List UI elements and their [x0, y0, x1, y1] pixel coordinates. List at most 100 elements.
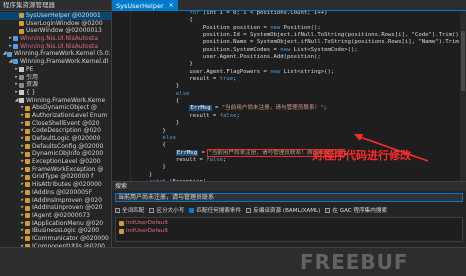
tree-item-label: ICommunicator @020000: [32, 234, 109, 242]
code-token: }: [122, 171, 153, 178]
tree-item[interactable]: ▸ DefaultsConfig @02000: [0, 143, 111, 151]
code-token: =: [198, 149, 209, 156]
code-line: position.SystemCodes = new List<SystemCo…: [122, 47, 462, 54]
class-icon: [25, 220, 30, 226]
code-token: else: [162, 134, 176, 141]
search-option-checkbox[interactable]: 匹配任何搜索条件: [189, 206, 241, 214]
tree-item-label: { }: [26, 88, 36, 96]
code-token: }: [122, 83, 180, 90]
tree-item[interactable]: ▸ 引用: [0, 74, 111, 82]
code-token: Position();: [280, 24, 321, 31]
tree-item[interactable]: ▸ IAddInsUnproven @020: [0, 204, 111, 212]
assembly-explorer-title: 程序集资源管理器: [0, 0, 111, 11]
search-results: InitUserDefault InitUserDefault: [115, 217, 463, 242]
tree-item[interactable]: ▸ Winning.Nis.UI.NisAutosta: [0, 43, 111, 51]
tree-item-label: Winning.FrameWork.Kernel (5.0.0: [14, 50, 111, 58]
assembly-explorer-panel: 程序集资源管理器 SysUserHelper @020001 UserLoginW…: [0, 0, 112, 247]
tree-item-label: UserLoginWindow @0200: [26, 19, 103, 27]
tree-item[interactable]: ▸ ExceptionLevel @0200: [0, 158, 111, 166]
code-token: List<SystemCode>();: [290, 46, 358, 53]
code-line: user.Agent.FlagPowers = new List<string>…: [122, 69, 462, 76]
code-token: "当前用户尚未注册，请与管理员联系！": [221, 105, 324, 112]
search-query: 当前用户尚未注册，请与管理员联系: [118, 194, 215, 201]
tree-item[interactable]: ▸ IAddInsImproven @020: [0, 197, 111, 205]
search-result-label: InitUserDefault: [126, 220, 169, 226]
tree-item[interactable]: ▸ DynamicObjInfo @0200: [0, 150, 111, 158]
code-token: ErrMsg: [189, 105, 212, 112]
search-result-row[interactable]: InitUserDefault: [116, 219, 462, 227]
checkbox-icon[interactable]: [325, 207, 331, 213]
tree-item[interactable]: ▸ ICommunicator @020000: [0, 235, 111, 243]
code-token: {: [122, 98, 180, 105]
tree-item[interactable]: ◢ Winning.FrameWork.Kernel (5.0.0: [0, 50, 111, 58]
code-token: ;: [323, 105, 327, 112]
code-token: result =: [122, 76, 220, 83]
checkbox-icon[interactable]: [246, 207, 252, 213]
tree-item-label: Winning.Nis.UI.NisAutosta: [20, 42, 98, 50]
tab-sysuserhelper[interactable]: SysUserHelper ×: [112, 0, 178, 11]
tree-item[interactable]: ▸ CloseShellEvent @020: [0, 120, 111, 128]
tree-item[interactable]: ▸ DefaultLogic @020000: [0, 135, 111, 143]
tree-item[interactable]: ◢ Winning.FrameWork.Kerne: [0, 97, 111, 105]
tree-item[interactable]: ▸ PE: [0, 66, 111, 74]
tree-item[interactable]: ▸ 资源: [0, 81, 111, 89]
code-line: }: [122, 61, 462, 68]
tree-item[interactable]: ▸ IAgent @02000073: [0, 212, 111, 220]
tree-item-label: Winning.Nis.UI.NisAutosta: [20, 35, 98, 43]
code-line: result = false;: [122, 113, 462, 120]
tree-item-label: 资源: [26, 81, 39, 89]
vertical-scrollbar[interactable]: [460, 11, 466, 181]
search-option-checkbox[interactable]: 全词匹配: [115, 206, 144, 214]
class-icon: [25, 205, 30, 211]
tree-item-label: IAgent @02000073: [32, 211, 90, 219]
class-icon: [25, 197, 30, 203]
scrollbar-thumb[interactable]: [461, 31, 465, 91]
assembly-icon: [7, 51, 12, 57]
code-token: }: [122, 61, 193, 68]
tree-item[interactable]: ▸ IAddIns @0200005F: [0, 189, 111, 197]
search-option-checkbox[interactable]: 区分大小写: [149, 206, 184, 214]
tree-item[interactable]: ▸ AuthorizationLevel Enum: [0, 112, 111, 120]
class-icon: [25, 236, 30, 242]
tree-item[interactable]: ▸ CodeDescription @020: [0, 127, 111, 135]
tree-item[interactable]: ▸ IBusinessLogic @0200: [0, 227, 111, 235]
tree-item-label: FrameWorkException @: [32, 165, 104, 173]
code-token: false: [206, 156, 224, 163]
close-icon[interactable]: ×: [169, 2, 174, 9]
tree-item[interactable]: ▸{ }: [0, 89, 111, 97]
reference-icon: [19, 74, 24, 80]
tree-item[interactable]: ▸ FrameWorkException @: [0, 166, 111, 174]
tree-item-label: IAddInsUnproven @020: [32, 204, 103, 212]
search-input[interactable]: 当前用户尚未注册，请与管理员联系: [115, 193, 463, 202]
tree-item[interactable]: UserWindow @02000013: [0, 27, 111, 35]
tree-item-label: IAddInsImproven @020: [32, 196, 102, 204]
code-token: user.Agent.Positions.Add(position);: [122, 54, 321, 61]
tree-item[interactable]: UserLoginWindow @0200: [0, 20, 111, 28]
tree-item-label: IApplicationMenu @020: [32, 219, 104, 227]
assembly-icon: [13, 44, 18, 50]
tree-item[interactable]: ▸ Winning.Nis.UI.NisAutosta: [0, 35, 111, 43]
checkbox-icon[interactable]: [149, 207, 155, 213]
tree-item[interactable]: ▸ IApplicationMenu @020: [0, 220, 111, 228]
checkbox-icon[interactable]: [115, 207, 120, 213]
search-option-checkbox[interactable]: 在 GAC 程序集内搜索: [325, 206, 387, 214]
watermark: FREEBUF: [300, 250, 409, 274]
checkbox-icon[interactable]: [189, 207, 195, 213]
tree-item[interactable]: ◢ Winning.FrameWork.Kernel.dl: [0, 58, 111, 66]
code-editor[interactable]: for (int i = 0; i < positions.Count; i++…: [112, 11, 466, 181]
tree-item[interactable]: ▸ HisAttributes @020000: [0, 181, 111, 189]
search-option-checkbox[interactable]: 反编译资源 (BAML/XAML): [246, 206, 320, 214]
tree-item[interactable]: ▸ AbsDynamicObject @: [0, 104, 111, 112]
code-token: result =: [122, 156, 207, 163]
tree-item-label: DefaultsConfig @02000: [32, 142, 104, 150]
tree-item-label: IBusinessLogic @0200: [32, 227, 100, 235]
code-token: (int i = 0; i < positions.Count; i++): [199, 11, 328, 16]
tree-item[interactable]: SysUserHelper @020001: [0, 12, 111, 20]
search-result-row[interactable]: InitUserDefault: [116, 227, 462, 235]
code-token: for: [189, 11, 200, 16]
tree-item[interactable]: ▸ GridType @020000 f: [0, 173, 111, 181]
class-icon: [25, 190, 30, 196]
search-option-label: 区分大小写: [156, 208, 185, 214]
tree-item-label: 引用: [26, 73, 39, 81]
code-token: =: [211, 105, 222, 112]
